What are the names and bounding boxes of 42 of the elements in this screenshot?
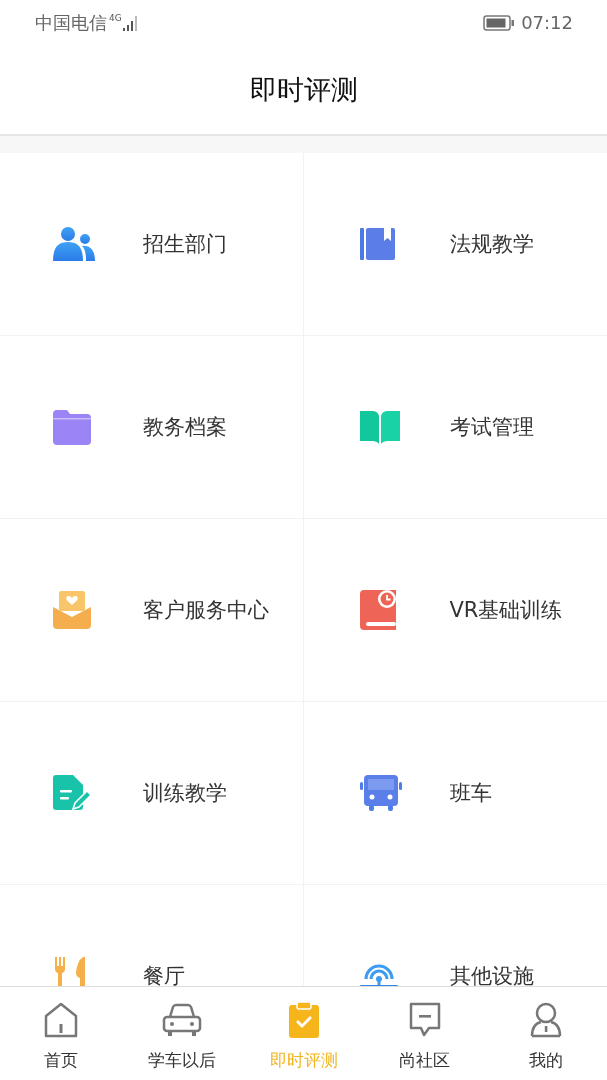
bus-icon: [359, 775, 402, 811]
person-icon: [530, 1002, 563, 1038]
document-pencil-icon: [53, 775, 91, 811]
clock-time: 07:12: [521, 12, 573, 33]
menu-label: 训练教学: [143, 780, 227, 807]
network-type: 4G: [109, 13, 122, 23]
menu-label: 法规教学: [449, 231, 534, 258]
tab-item[interactable]: 学车以后: [121, 987, 243, 1080]
antenna-icon: [359, 961, 398, 986]
signal-icon: [122, 14, 139, 31]
menu-item[interactable]: 考试管理: [303, 336, 607, 519]
book-clock-icon: [359, 590, 396, 630]
menu-item[interactable]: 法规教学: [303, 153, 607, 336]
battery-icon: [483, 14, 516, 31]
menu-item[interactable]: 训练教学: [0, 702, 304, 885]
message-icon: [408, 1002, 441, 1038]
tab-item[interactable]: 尚社区: [364, 987, 486, 1080]
menu-label: VR基础训练: [449, 597, 563, 624]
menu-label: 客户服务中心: [143, 597, 269, 624]
menu-item[interactable]: 招生部门: [0, 153, 304, 336]
carrier-name: 中国电信: [35, 10, 107, 35]
menu-item[interactable]: VR基础训练: [303, 519, 607, 702]
open-book-icon: [359, 410, 400, 444]
menu-label: 教务档案: [143, 414, 227, 441]
menu-item[interactable]: 班车: [303, 702, 607, 885]
car-icon: [162, 1003, 203, 1037]
book-icon: [359, 227, 396, 261]
menu-label: 招生部门: [143, 231, 227, 258]
menu-label: 考试管理: [449, 414, 534, 441]
menu-item[interactable]: 客户服务中心: [0, 519, 304, 702]
menu-label: 其他设施: [449, 963, 534, 986]
folder-icon: [53, 409, 91, 445]
menu-label: 班车: [449, 780, 492, 807]
clipboard-check-icon: [288, 1002, 319, 1038]
home-icon: [43, 1002, 78, 1038]
people-icon: [53, 226, 97, 262]
menu-item[interactable]: 教务档案: [0, 336, 304, 519]
envelope-heart-icon: [53, 591, 91, 629]
page-title: 即时评测: [249, 72, 358, 107]
tab-item[interactable]: 首页: [0, 987, 122, 1080]
menu-label: 餐厅: [143, 963, 185, 986]
tab-item[interactable]: 我的: [485, 987, 607, 1080]
